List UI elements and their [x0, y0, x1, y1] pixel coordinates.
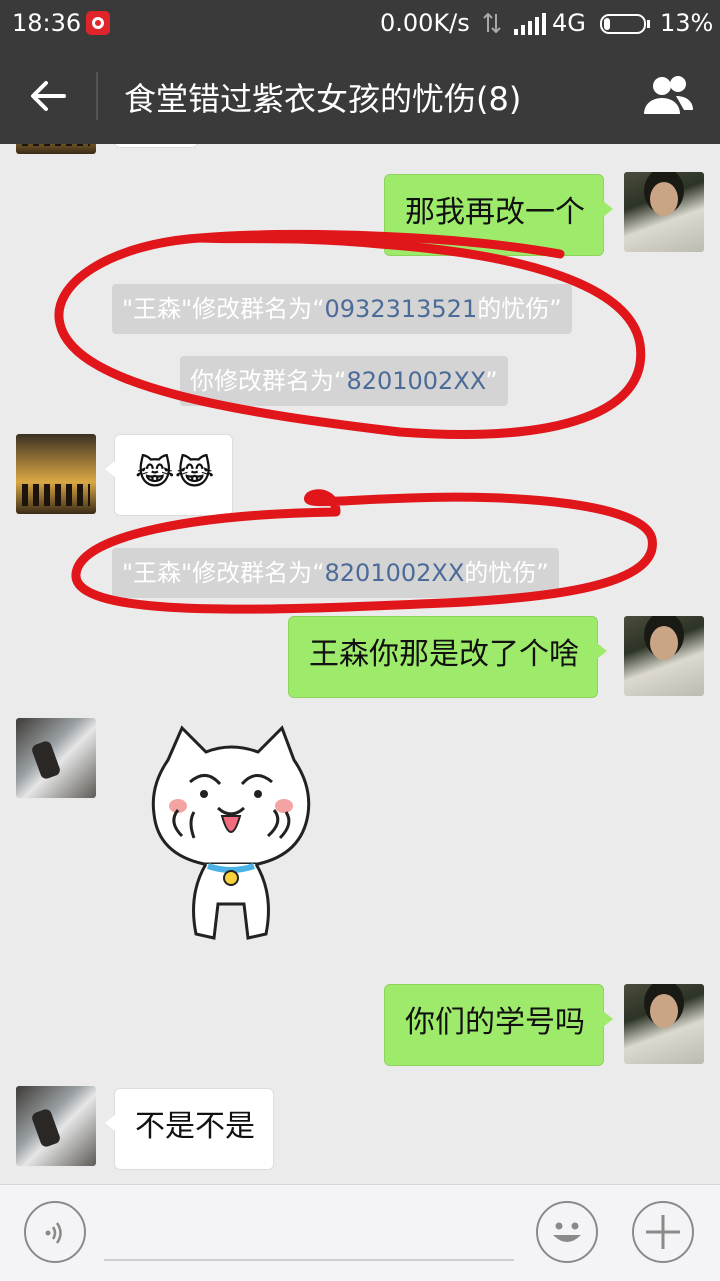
message-bubble-self[interactable]: 你们的学号吗: [384, 984, 613, 1066]
message-text: 你们的学号吗: [405, 1005, 585, 1040]
status-network: 4G: [552, 9, 586, 37]
message-list[interactable]: 那我再改一个 "王森"修改群名为“0932313521的忧伤” 你修改群名为“8…: [0, 144, 720, 1184]
message-input[interactable]: [104, 1199, 514, 1261]
message-bubble-self[interactable]: 王森你那是改了个啥: [288, 616, 607, 698]
avatar[interactable]: [16, 434, 96, 514]
avatar-self[interactable]: [624, 984, 704, 1064]
message-text: 那我再改一个: [405, 195, 585, 230]
system-highlight: 8201002XX: [324, 559, 465, 587]
chat-title: 食堂错过紫衣女孩的忧伤(8): [124, 80, 522, 118]
message-bubble-partial: [114, 144, 198, 148]
message-text: 王森你那是改了个啥: [309, 637, 579, 672]
plus-icon[interactable]: [632, 1201, 694, 1263]
signal-icon: [514, 13, 546, 35]
header-divider: [96, 72, 98, 120]
avatar[interactable]: [16, 144, 96, 154]
system-message: "王森"修改群名为“0932313521的忧伤”: [112, 284, 572, 334]
message-bubble-other[interactable]: 😹😹: [104, 434, 234, 516]
system-highlight: 0932313521: [324, 295, 478, 323]
system-text: "王森"修改群名为“: [122, 295, 325, 323]
netease-music-icon: [86, 11, 110, 35]
status-battery: 13%: [660, 9, 714, 37]
back-arrow-icon[interactable]: [28, 76, 68, 116]
message-text: 😹😹: [135, 453, 215, 493]
status-time: 18:36: [12, 9, 82, 37]
system-text: "王森"修改群名为“: [122, 559, 325, 587]
message-bubble-self[interactable]: 那我再改一个: [384, 174, 613, 256]
message-bubble-other[interactable]: 不是不是: [105, 1088, 274, 1170]
data-arrows-icon: [483, 12, 501, 34]
emoji-icon[interactable]: [536, 1201, 598, 1263]
system-text: 的忧伤”: [464, 559, 549, 587]
system-text: ”: [485, 367, 498, 395]
group-members-icon[interactable]: [640, 72, 696, 120]
system-text: 你修改群名为“: [190, 367, 347, 395]
battery-icon: [600, 14, 650, 34]
chat-input-bar: [0, 1184, 720, 1281]
avatar-self[interactable]: [624, 172, 704, 252]
system-highlight: 8201002XX: [346, 367, 486, 395]
message-text: 不是不是: [135, 1109, 255, 1144]
status-bar: 18:36 0.00K/s 4G 13%: [0, 0, 720, 48]
system-message: 你修改群名为“8201002XX”: [180, 356, 508, 406]
voice-icon[interactable]: [24, 1201, 86, 1263]
cat-sticker[interactable]: [148, 724, 314, 954]
status-net-speed: 0.00K/s: [380, 9, 470, 37]
avatar-self[interactable]: [624, 616, 704, 696]
avatar[interactable]: [16, 1086, 96, 1166]
avatar[interactable]: [16, 718, 96, 798]
system-text: 的忧伤”: [477, 295, 562, 323]
system-message: "王森"修改群名为“8201002XX的忧伤”: [112, 548, 559, 598]
chat-header: 食堂错过紫衣女孩的忧伤(8): [0, 48, 720, 144]
